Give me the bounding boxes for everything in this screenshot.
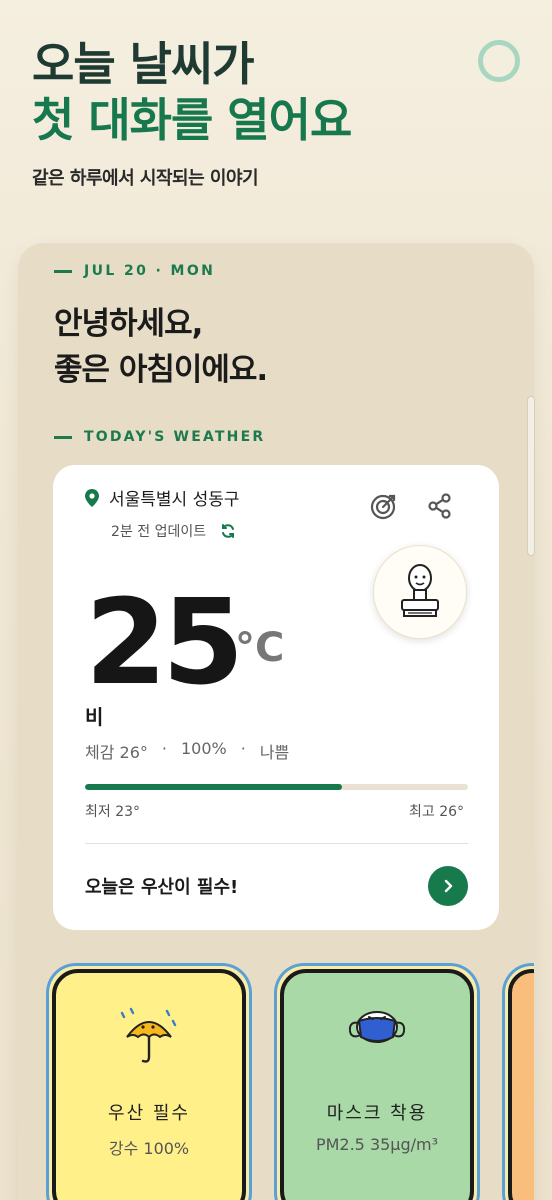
precipitation: 100% (180, 739, 227, 758)
separator: · (161, 739, 167, 758)
separator: · (240, 739, 246, 758)
card-body: 우산 필수 강수 100% (52, 969, 246, 1200)
weather-details: 체감 26° · 100% · 나쁨 (85, 739, 289, 763)
location[interactable]: 서울특별시 성동구 (85, 485, 240, 510)
card-title: 마스크 착용 (326, 1103, 428, 1124)
weather-condition: 비 (85, 705, 104, 729)
recommendation-cards[interactable]: 우산 필수 강수 100% 마스크 착용 PM2.5 35μg/m³ (46, 963, 534, 1200)
section-label-text: TODAY'S WEATHER (84, 429, 266, 445)
stamp-mascot-icon (401, 564, 439, 617)
temperature-range-bar (85, 784, 468, 790)
stamp-mascot-button[interactable] (373, 545, 467, 639)
mask-icon (348, 1011, 406, 1043)
temperature-value: 25 (85, 573, 244, 711)
share-button[interactable] (424, 490, 456, 522)
device-side-button (527, 396, 535, 556)
app-screen: JUL 20 · MON 안녕하세요, 좋은 아침이에요. TODAY'S WE… (18, 243, 534, 1200)
mask-card[interactable]: 마스크 착용 PM2.5 35μg/m³ (274, 963, 480, 1200)
target-icon (370, 494, 396, 520)
ring-logo-icon (478, 40, 520, 82)
weather-tip: 오늘은 우산이 필수! (85, 877, 239, 898)
weather-card: 서울특별시 성동구 2분 전 업데이트 25 °C 비 체감 26° · 100… (53, 465, 499, 930)
refresh-icon[interactable] (220, 523, 236, 539)
share-icon (428, 493, 451, 519)
dash-icon (54, 435, 72, 439)
dash-icon (54, 269, 72, 273)
updated-status: 2분 전 업데이트 (111, 521, 236, 541)
feels-like: 체감 26° (85, 743, 148, 762)
next-card-peek[interactable] (502, 963, 534, 1200)
high-temperature: 최고 26° (409, 804, 465, 820)
divider (85, 843, 468, 844)
promo-title-line2: 첫 대화를 열어요 (32, 93, 352, 147)
greeting-line1: 안녕하세요, (54, 306, 203, 342)
air-quality: 나쁨 (259, 743, 290, 762)
card-body: 마스크 착용 PM2.5 35μg/m³ (280, 969, 474, 1200)
temperature-range-fill (85, 784, 342, 790)
updated-text: 2분 전 업데이트 (111, 524, 207, 540)
date-text: JUL 20 · MON (84, 263, 216, 279)
card-body (508, 969, 534, 1200)
low-temperature: 최저 23° (85, 804, 141, 820)
location-text: 서울특별시 성동구 (109, 490, 240, 510)
temperature-unit: °C (235, 625, 285, 671)
location-pin-icon (85, 488, 99, 507)
card-detail: PM2.5 35μg/m³ (315, 1135, 439, 1154)
card-title: 우산 필수 (108, 1103, 190, 1124)
chevron-right-icon (444, 879, 453, 893)
umbrella-rain-icon (120, 1007, 177, 1063)
greeting: 안녕하세요, 좋은 아침이에요. (54, 301, 268, 393)
section-label: TODAY'S WEATHER (54, 429, 265, 445)
tip-next-button[interactable] (428, 866, 468, 906)
greeting-line2: 좋은 아침이에요. (54, 352, 268, 388)
promo-subtitle: 같은 하루에서 시작되는 이야기 (32, 168, 259, 189)
promo-header: 오늘 날씨가 첫 대화를 열어요 같은 하루에서 시작되는 이야기 (32, 36, 352, 190)
target-button[interactable] (368, 490, 400, 522)
date-label: JUL 20 · MON (54, 263, 215, 279)
promo-title-line1: 오늘 날씨가 (32, 37, 255, 91)
card-detail: 강수 100% (108, 1139, 190, 1158)
umbrella-card[interactable]: 우산 필수 강수 100% (46, 963, 252, 1200)
